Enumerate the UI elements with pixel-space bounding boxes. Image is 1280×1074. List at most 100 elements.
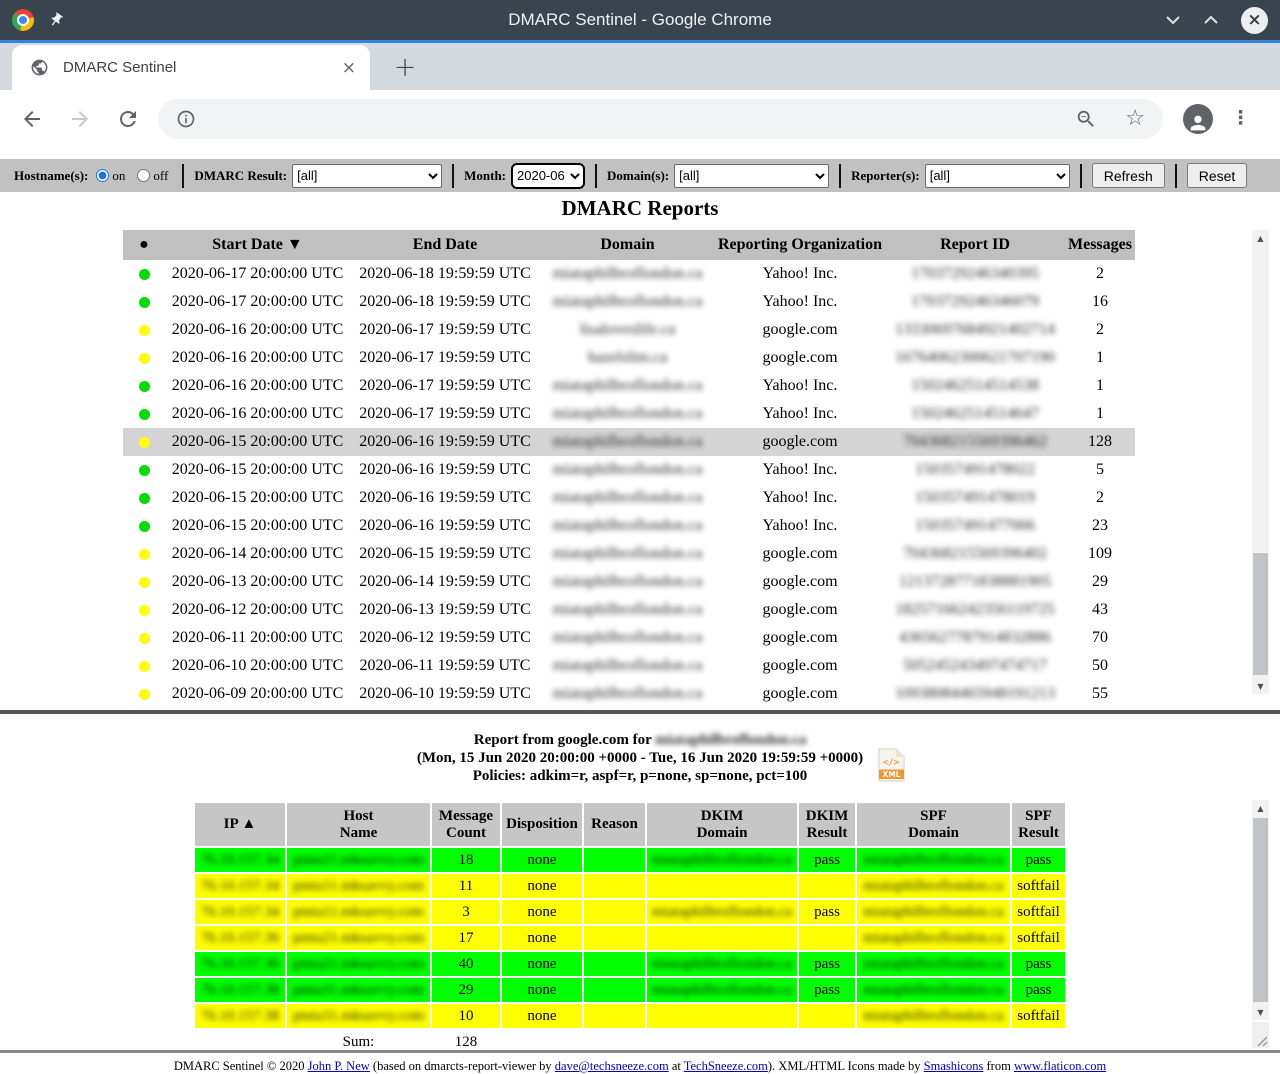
report-row[interactable]: 2020-06-15 20:00:00 UTC2020-06-16 19:59:… — [123, 512, 1135, 540]
tab-title: DMARC Sentinel — [63, 59, 342, 76]
footer-link[interactable]: dave@techsneeze.com — [555, 1059, 669, 1073]
window-close-button[interactable]: × — [1241, 7, 1268, 34]
report-detail-header: Report from google.com for miataphilbrof… — [0, 731, 1280, 785]
menu-icon[interactable]: ⋮ — [1231, 109, 1250, 128]
zoom-out-icon[interactable] — [1075, 108, 1097, 130]
cell-report_id: 18257166242356119725 — [885, 596, 1065, 624]
cell-start: 2020-06-13 20:00:00 UTC — [165, 568, 350, 596]
reporter-select[interactable]: [all] — [925, 164, 1070, 188]
window-minimize-icon[interactable] — [1165, 15, 1181, 25]
domain-select[interactable]: [all] — [674, 164, 829, 188]
reports-scrollbar[interactable]: ▲ ▼ — [1252, 230, 1269, 694]
reports-column-header[interactable]: End Date — [350, 230, 540, 260]
reports-column-header[interactable]: Messages — [1065, 230, 1135, 260]
cell-org: Yahoo! Inc. — [715, 260, 885, 288]
cell-domain: miataphilbroflondon.ca — [540, 540, 715, 568]
scroll-down-button[interactable]: ▼ — [1252, 1004, 1269, 1020]
resize-grip[interactable] — [1252, 1022, 1269, 1048]
scrollbar-thumb[interactable] — [1253, 553, 1268, 675]
cell-org: google.com — [715, 680, 885, 708]
scroll-up-button[interactable]: ▲ — [1252, 800, 1269, 816]
footer-link[interactable]: Smashicons — [924, 1059, 984, 1073]
month-select[interactable]: 2020-06 — [511, 163, 585, 189]
detail-column-header[interactable]: Message Count — [431, 802, 501, 847]
detail-cell-count: 18 — [431, 847, 501, 873]
footer-link[interactable]: John P. New — [308, 1059, 370, 1073]
report-row[interactable]: 2020-06-16 20:00:00 UTC2020-06-17 19:59:… — [123, 400, 1135, 428]
report-row[interactable]: 2020-06-09 20:00:00 UTC2020-06-10 19:59:… — [123, 680, 1135, 708]
report-row[interactable]: 2020-06-15 20:00:00 UTC2020-06-16 19:59:… — [123, 428, 1135, 456]
tab-close-button[interactable]: × — [342, 58, 356, 78]
reset-button[interactable]: Reset — [1187, 163, 1248, 188]
reports-column-header[interactable]: ● — [123, 230, 165, 260]
scroll-down-button[interactable]: ▼ — [1252, 678, 1269, 694]
scrollbar-thumb[interactable] — [1253, 818, 1268, 1002]
report-row[interactable]: 2020-06-17 20:00:00 UTC2020-06-18 19:59:… — [123, 288, 1135, 316]
browser-tab-dmarc-sentinel[interactable]: DMARC Sentinel × — [12, 45, 370, 90]
cell-end: 2020-06-13 19:59:59 UTC — [350, 596, 540, 624]
footer-link[interactable]: www.flaticon.com — [1014, 1059, 1106, 1073]
hostname-on-radio[interactable] — [96, 169, 109, 182]
refresh-button[interactable]: Refresh — [1092, 163, 1165, 188]
footer: DMARC Sentinel © 2020 John P. New (based… — [0, 1059, 1280, 1074]
cell-report_id: 4365627787914832886 — [885, 624, 1065, 652]
report-row[interactable]: 2020-06-12 20:00:00 UTC2020-06-13 19:59:… — [123, 596, 1135, 624]
bookmark-star-icon[interactable]: ☆ — [1125, 108, 1145, 130]
reload-button-icon[interactable] — [116, 107, 140, 131]
detail-cell-count: 10 — [431, 1003, 501, 1029]
dmarc-result-select[interactable]: [all] — [292, 164, 442, 188]
reports-column-header[interactable]: Domain — [540, 230, 715, 260]
detail-column-header[interactable]: Disposition — [501, 802, 583, 847]
redacted-text: miataphilbroflondon.ca — [553, 517, 703, 534]
pin-icon[interactable] — [45, 9, 67, 31]
hostname-off-radio[interactable] — [137, 169, 150, 182]
detail-row: 76.10.157.34pmta11.mksavvy.com18nonemiat… — [194, 847, 1065, 873]
report-row[interactable]: 2020-06-15 20:00:00 UTC2020-06-16 19:59:… — [123, 484, 1135, 512]
report-row[interactable]: 2020-06-14 20:00:00 UTC2020-06-15 19:59:… — [123, 540, 1135, 568]
report-row[interactable]: 2020-06-10 20:00:00 UTC2020-06-11 19:59:… — [123, 652, 1135, 680]
reports-column-header[interactable]: Start Date ▼ — [165, 230, 350, 260]
detail-cell-ip: 76.10.157.34 — [194, 899, 286, 925]
site-info-icon[interactable] — [176, 109, 196, 129]
detail-column-header[interactable]: DKIM Domain — [646, 802, 798, 847]
profile-avatar[interactable] — [1183, 104, 1213, 134]
footer-link[interactable]: TechSneeze.com — [684, 1059, 768, 1073]
detail-column-header[interactable]: Reason — [583, 802, 646, 847]
reports-column-header[interactable]: Reporting Organization — [715, 230, 885, 260]
xml-download-icon[interactable]: </> XML — [878, 748, 905, 782]
cell-messages: 1 — [1065, 400, 1135, 428]
new-tab-button[interactable]: + — [388, 45, 422, 90]
forward-button-icon[interactable] — [68, 107, 92, 131]
report-row[interactable]: 2020-06-11 20:00:00 UTC2020-06-12 19:59:… — [123, 624, 1135, 652]
report-row[interactable]: 2020-06-15 20:00:00 UTC2020-06-16 19:59:… — [123, 456, 1135, 484]
report-row[interactable]: 2020-06-16 20:00:00 UTC2020-06-17 19:59:… — [123, 344, 1135, 372]
report-row[interactable]: 2020-06-17 20:00:00 UTC2020-06-18 19:59:… — [123, 260, 1135, 288]
report-row[interactable]: 2020-06-16 20:00:00 UTC2020-06-17 19:59:… — [123, 316, 1135, 344]
detail-cell-count: 29 — [431, 977, 501, 1003]
redacted-text: miataphilbroflondon.ca — [652, 956, 792, 972]
cell-messages: 1 — [1065, 344, 1135, 372]
cell-report_id: 1703729246340395 — [885, 260, 1065, 288]
detail-cell-spf_domain: miataphilbroflondon.ca — [856, 951, 1011, 977]
cell-end: 2020-06-15 19:59:59 UTC — [350, 540, 540, 568]
detail-column-header[interactable]: SPF Result — [1011, 802, 1065, 847]
detail-row: 76.10.157.36pmta21.mksavvy.com17nonemiat… — [194, 925, 1065, 951]
detail-column-header[interactable]: IP ▲ — [194, 802, 286, 847]
report-row[interactable]: 2020-06-13 20:00:00 UTC2020-06-14 19:59:… — [123, 568, 1135, 596]
footer-text-segment: (based on dmarcts-report-viewer by — [370, 1059, 555, 1073]
detail-scrollbar[interactable]: ▲ ▼ — [1252, 800, 1269, 1020]
window-maximize-icon[interactable] — [1203, 15, 1219, 25]
scroll-up-button[interactable]: ▲ — [1252, 230, 1269, 246]
address-bar[interactable]: ☆ — [158, 99, 1163, 139]
redacted-text: miataphilbroflondon.ca — [553, 657, 703, 674]
back-button-icon[interactable] — [20, 107, 44, 131]
detail-column-header[interactable]: SPF Domain — [856, 802, 1011, 847]
reports-header-row: ●Start Date ▼End DateDomainReporting Org… — [123, 230, 1135, 260]
detail-column-header[interactable]: DKIM Result — [798, 802, 856, 847]
report-row[interactable]: 2020-06-16 20:00:00 UTC2020-06-17 19:59:… — [123, 372, 1135, 400]
detail-cell-ip: 76.10.157.36 — [194, 951, 286, 977]
cell-domain: miataphilbroflondon.ca — [540, 400, 715, 428]
detail-column-header[interactable]: Host Name — [286, 802, 431, 847]
reports-column-header[interactable]: Report ID — [885, 230, 1065, 260]
cell-status — [123, 596, 165, 624]
